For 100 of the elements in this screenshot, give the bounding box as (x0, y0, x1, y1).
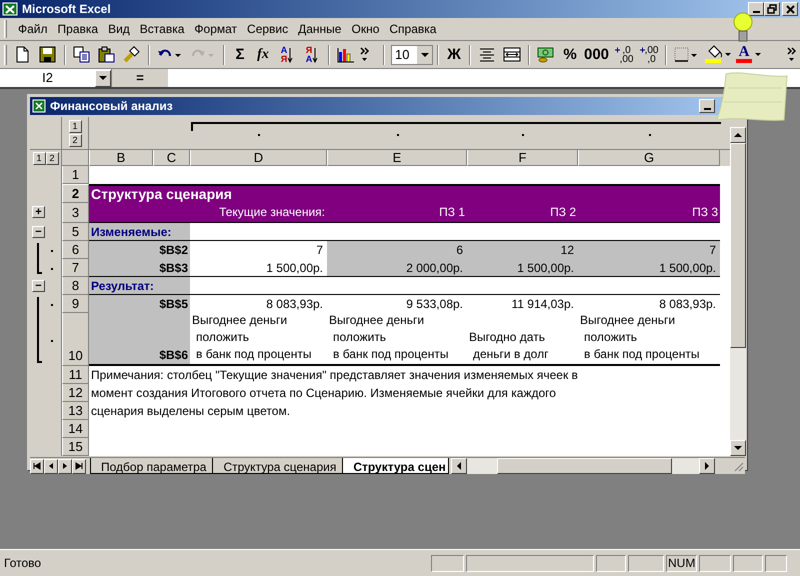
table-cell: 1 500,00р. (467, 259, 578, 276)
minimize-button[interactable] (699, 99, 715, 113)
caret-icon (755, 53, 762, 56)
arrow-icon (75, 462, 83, 470)
menu-item[interactable]: Окно (346, 20, 384, 38)
minimize-button[interactable] (748, 2, 764, 16)
arrow-icon (702, 462, 711, 470)
row-header[interactable]: 8 (62, 277, 89, 295)
menu-item[interactable]: Данные (293, 20, 346, 38)
row-header[interactable]: 1 (62, 166, 89, 184)
row-header[interactable]: 2 (62, 184, 89, 203)
row-header[interactable]: 9 (62, 295, 89, 313)
status-panel (765, 554, 788, 572)
menu-item[interactable]: Вставка (134, 20, 190, 38)
row-header[interactable]: 6 (62, 241, 89, 259)
scroll-thumb[interactable] (496, 458, 672, 474)
table-cell: 7 (578, 241, 720, 259)
row-header[interactable]: 5 (62, 223, 89, 241)
toolbar-grip[interactable] (4, 44, 7, 64)
toolbar-button[interactable]: Σ (229, 44, 251, 66)
resize-grip-icon[interactable] (732, 460, 744, 472)
row-header[interactable]: 13 (62, 402, 89, 420)
decimal-button[interactable]: ,0 ,00 (612, 44, 636, 66)
previous-sheet-button[interactable] (44, 458, 58, 474)
row-header[interactable]: 14 (62, 420, 89, 438)
menu-item[interactable]: Сервис (242, 20, 294, 38)
collapse-button[interactable]: − (32, 280, 45, 292)
last-sheet-button[interactable] (72, 458, 86, 474)
clipboard-icon[interactable] (98, 46, 116, 64)
sheet-tab[interactable]: Структура сцен (342, 458, 449, 474)
menu-item[interactable]: Файл (13, 20, 53, 38)
row-header[interactable]: 3 (62, 203, 89, 223)
caret-icon[interactable] (99, 76, 107, 80)
vertical-scrollbar[interactable] (730, 127, 746, 456)
scroll-down-button[interactable] (730, 440, 746, 456)
toolbar-button[interactable]: 000 (582, 44, 612, 66)
menu-item[interactable]: Правка (52, 20, 104, 38)
bar-chart-icon[interactable] (337, 46, 355, 64)
cell-reference: $B$2 (89, 241, 190, 259)
arrow-icon (734, 131, 742, 139)
next-sheet-button[interactable] (58, 458, 72, 474)
row-header[interactable]: 12 (62, 384, 89, 402)
caret-icon (420, 52, 428, 56)
column-header[interactable]: F (467, 150, 578, 166)
expand-button[interactable]: + (32, 206, 45, 218)
arrow-icon (33, 462, 41, 470)
paintbrush-icon[interactable] (123, 46, 141, 64)
level-button[interactable]: 2 (68, 134, 82, 146)
copy-icon[interactable] (73, 46, 91, 64)
font-size-dropdown[interactable]: 10 (391, 44, 433, 64)
collapse-button[interactable]: − (32, 226, 45, 238)
select-all-button[interactable] (62, 150, 89, 166)
status-panel (699, 554, 732, 572)
align-center-icon[interactable] (478, 46, 496, 64)
scroll-right-button[interactable] (698, 458, 715, 474)
row-header[interactable]: 10 (62, 313, 89, 366)
menu-item[interactable]: Вид (103, 20, 135, 38)
sort-descending-button[interactable]: Я А (300, 44, 324, 66)
menu-item[interactable]: Справка (384, 20, 442, 38)
column-header[interactable]: G (578, 150, 720, 166)
chevron-icon[interactable] (787, 46, 796, 62)
level-button[interactable]: 1 (68, 120, 82, 132)
cell-reference: $B$5 (89, 295, 190, 313)
row-header[interactable]: 7 (62, 259, 89, 277)
restore-icon (765, 3, 779, 15)
menu-grip[interactable] (4, 20, 7, 38)
scroll-left-button[interactable] (450, 458, 467, 474)
scroll-thumb[interactable] (730, 143, 746, 348)
horizontal-scrollbar[interactable] (450, 458, 715, 474)
sort-ascending-button[interactable]: А Я (275, 44, 299, 66)
column-header[interactable]: D (190, 150, 327, 166)
cell-reference: $B$3 (89, 259, 190, 276)
column-heading: Текущие значения: (218, 204, 326, 221)
toolbar-button[interactable]: Ж (443, 44, 465, 66)
level-button[interactable]: 1 (32, 152, 46, 164)
decimal-button[interactable]: ,00 ,0 (637, 44, 662, 66)
arrow-icon (454, 462, 463, 470)
font-color-button[interactable]: A (735, 44, 766, 66)
column-heading: ПЗ 1 (438, 204, 466, 221)
first-sheet-button[interactable] (30, 458, 44, 474)
status-panel (431, 554, 464, 572)
column-header[interactable]: C (153, 150, 190, 166)
level-button[interactable]: 2 (46, 152, 58, 164)
column-header[interactable]: B (89, 150, 153, 166)
status-panel (628, 554, 664, 572)
close-button[interactable] (782, 2, 798, 16)
money-coins-icon[interactable] (537, 46, 555, 64)
row-header[interactable]: 15 (62, 438, 89, 456)
toolbar-button[interactable]: % (559, 44, 581, 66)
restore-button[interactable] (764, 2, 780, 16)
menu-item[interactable]: Формат (189, 20, 242, 38)
paper-sheet-drawing (716, 70, 788, 122)
table-cell: 1 500,00р. (578, 259, 720, 276)
merge-cells-icon[interactable] (503, 46, 521, 64)
scroll-up-button[interactable] (730, 127, 746, 143)
function-button[interactable]: fx (252, 44, 274, 66)
column-header[interactable]: E (327, 150, 467, 166)
excel-logo-icon (32, 99, 46, 113)
row-header[interactable]: 11 (62, 366, 89, 384)
section-label: Изменяемые: (89, 223, 190, 240)
